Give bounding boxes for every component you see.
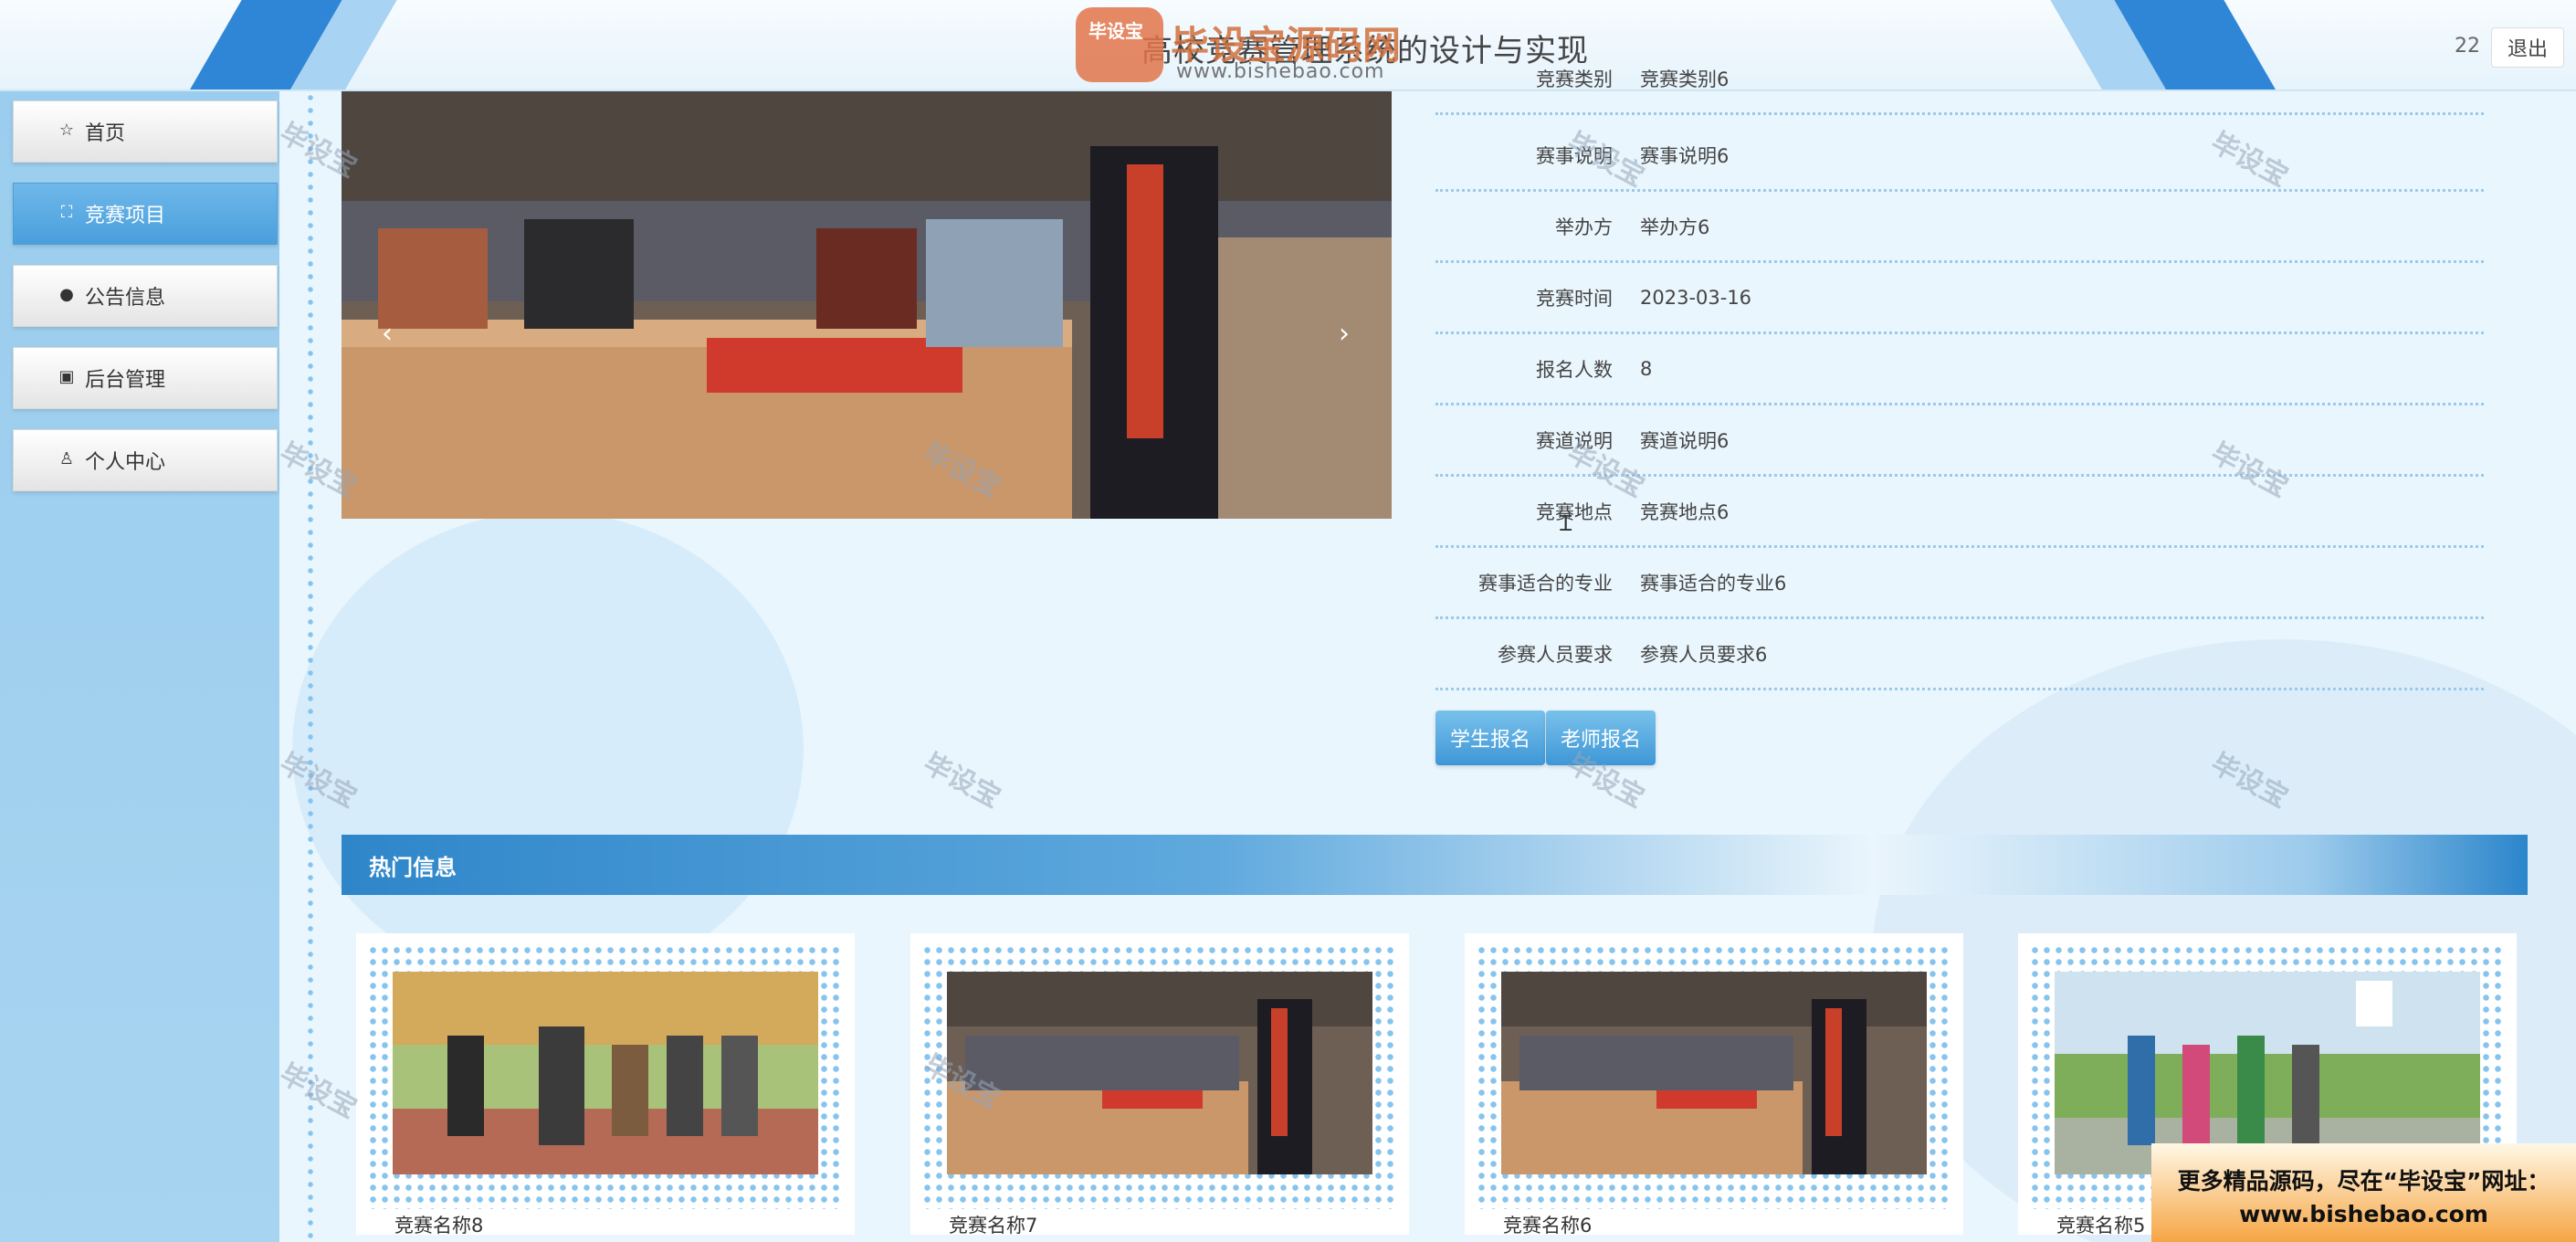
card-image <box>393 972 818 1174</box>
detail-key: 赛事适合的专业 <box>1478 572 1613 595</box>
detail-key: 竞赛时间 <box>1536 287 1613 310</box>
hot-info-header: 热门信息 <box>342 835 2528 895</box>
card-frame <box>367 944 844 1209</box>
card-title: 竞赛名称7 <box>949 1215 1038 1237</box>
promo-banner[interactable]: 更多精品源码，尽在“毕设宝”网址： www.bishebao.com <box>2151 1143 2576 1242</box>
logo-badge-text: 毕设宝 <box>1088 20 1143 42</box>
sidebar-item-label: 公告信息 <box>85 287 166 310</box>
detail-key: 竞赛类别 <box>1536 68 1613 90</box>
sidebar-item-notices[interactable]: ● 公告信息 <box>13 265 278 327</box>
logo-url: www.bishebao.com <box>1176 60 1385 83</box>
sidebar-item-profile[interactable]: ♙ 个人中心 <box>13 429 278 491</box>
detail-key: 竞赛地点 <box>1536 500 1613 523</box>
detail-value: 参赛人员要求6 <box>1640 643 1768 666</box>
hot-card[interactable]: 竞赛名称8 <box>356 933 855 1237</box>
sidebar-item-admin[interactable]: ▣ 后台管理 <box>13 347 278 409</box>
detail-value: 赛事说明6 <box>1640 144 1730 167</box>
detail-value: 举办方6 <box>1640 216 1710 238</box>
detail-row: 报名人数 8 <box>1435 334 2484 405</box>
watermark-text: 毕设宝 <box>918 747 1006 815</box>
promo-line-1: 更多精品源码，尽在“毕设宝”网址： <box>2177 1168 2550 1195</box>
image-carousel[interactable]: ‹ › <box>342 91 1392 519</box>
hot-card[interactable]: 竞赛名称6 <box>1465 933 1963 1237</box>
detail-row: 参赛人员要求 参赛人员要求6 <box>1435 619 2484 690</box>
sidebar-item-label: 竞赛项目 <box>85 205 166 227</box>
user-icon: ♙ <box>58 449 75 468</box>
carousel-next-button[interactable]: › <box>1339 318 1350 350</box>
logo-watermark: 毕设宝 毕设宝源码网 www.bishebao.com <box>1076 7 1423 88</box>
detail-row: 竞赛地点 竞赛地点6 <box>1435 477 2484 548</box>
detail-value: 竞赛地点6 <box>1640 500 1730 523</box>
card-title: 竞赛名称5 <box>2056 1215 2146 1237</box>
sidebar-item-label: 个人中心 <box>85 451 166 474</box>
detail-row: 竞赛类别 竞赛类别6 <box>1435 44 2484 115</box>
detail-value: 竞赛类别6 <box>1640 68 1730 90</box>
detail-value: 8 <box>1640 357 1653 380</box>
detail-row: 举办方 举办方6 <box>1435 192 2484 263</box>
sidebar-item-label: 后台管理 <box>85 369 166 392</box>
carousel-image <box>342 91 1392 519</box>
detail-key: 报名人数 <box>1536 358 1613 381</box>
background-shape <box>292 511 804 986</box>
card-image <box>1501 972 1927 1174</box>
card-title: 竞赛名称8 <box>394 1215 484 1237</box>
student-signup-button[interactable]: 学生报名 <box>1435 710 1546 765</box>
detail-row: 竞赛时间 2023-03-16 <box>1435 263 2484 334</box>
card-image <box>947 972 1372 1174</box>
carousel-prev-button[interactable]: ‹ <box>382 318 393 350</box>
bag-icon: ⛶ <box>60 203 73 222</box>
sidebar: ☆ 首页 ⛶ 竞赛项目 ● 公告信息 ▣ 后台管理 ♙ 个人中心 <box>0 91 279 1242</box>
detail-row: 赛事适合的专业 赛事适合的专业6 <box>1435 548 2484 619</box>
watermark-text: 毕设宝 <box>274 1058 363 1125</box>
star-icon: ☆ <box>58 121 75 140</box>
text-cursor-icon: Ɪ <box>1560 510 1572 536</box>
detail-value: 赛道说明6 <box>1640 429 1730 452</box>
sidebar-item-label: 首页 <box>85 122 126 145</box>
card-title: 竞赛名称6 <box>1503 1215 1593 1237</box>
detail-value: 2023-03-16 <box>1640 286 1752 309</box>
briefcase-icon: ▣ <box>58 367 75 386</box>
sidebar-item-home[interactable]: ☆ 首页 <box>13 100 278 163</box>
card-frame <box>1476 944 1952 1209</box>
logout-button[interactable]: 退出 <box>2491 27 2564 68</box>
detail-value: 赛事适合的专业6 <box>1640 572 1787 595</box>
sidebar-item-competitions[interactable]: ⛶ 竞赛项目 <box>13 183 278 245</box>
detail-key: 参赛人员要求 <box>1498 643 1613 666</box>
detail-key: 举办方 <box>1555 216 1613 238</box>
promo-line-2: www.bishebao.com <box>2239 1201 2488 1227</box>
info-icon: ● <box>59 285 74 304</box>
